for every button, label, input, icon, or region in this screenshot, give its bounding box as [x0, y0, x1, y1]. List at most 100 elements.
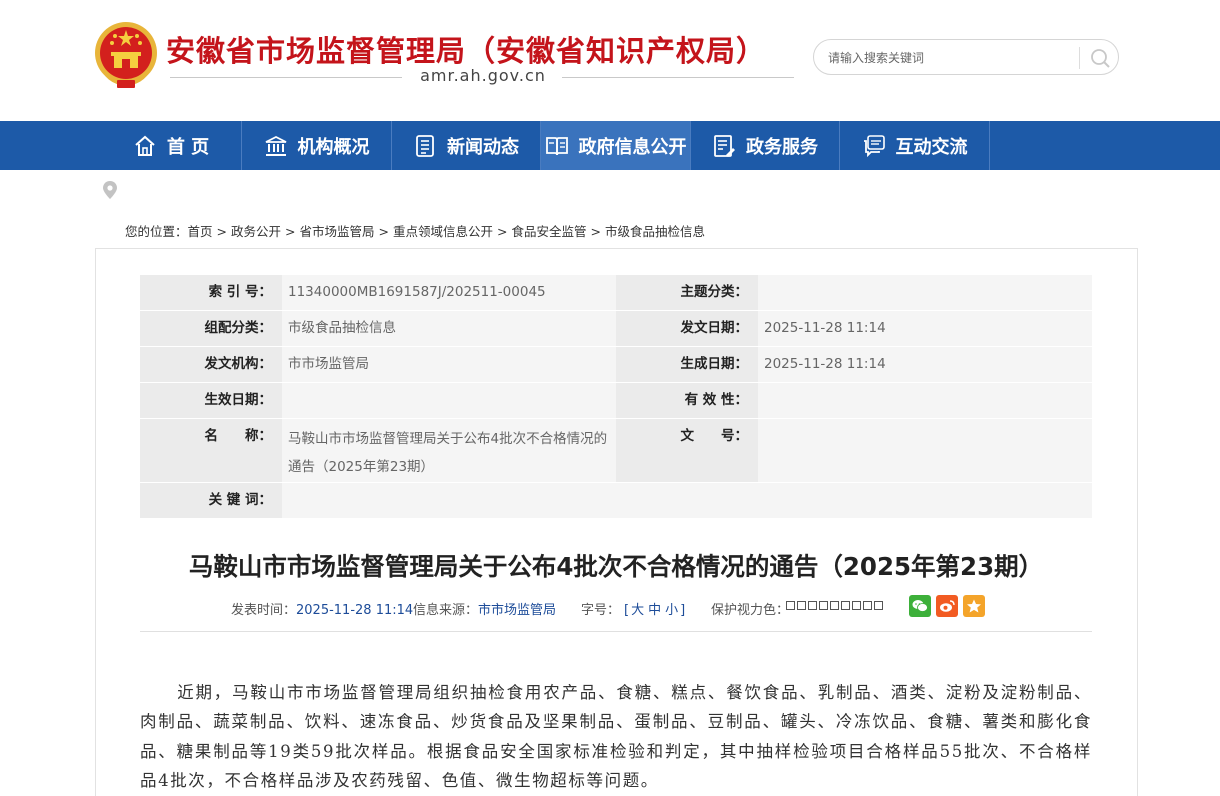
- color-swatch[interactable]: [874, 601, 883, 610]
- search-box: [813, 39, 1119, 75]
- favorite-button[interactable]: [963, 595, 985, 617]
- meta-value-topic: [758, 275, 1092, 310]
- meta-label-group: 组配分类：: [140, 311, 282, 346]
- meta-value-gendate: 2025-11-28 11:14: [758, 347, 1092, 382]
- meta-value-name: 马鞍山市市场监督管理局关于公布4批次不合格情况的 通告（2025年第23期）: [282, 419, 616, 482]
- nav-label: 政府信息公开: [578, 136, 687, 158]
- color-swatch[interactable]: [863, 601, 872, 610]
- news-icon: [416, 134, 434, 157]
- breadcrumb-separator: >: [590, 224, 602, 239]
- building-icon: [265, 135, 286, 156]
- share-wechat-button[interactable]: [909, 595, 931, 617]
- meta-label-name: 名 称：: [140, 419, 282, 482]
- article-body: 近期，马鞍山市市场监督管理局组织抽检食用农产品、食糖、糕点、餐饮食品、乳制品、酒…: [140, 678, 1092, 795]
- wechat-icon: [912, 600, 928, 612]
- weibo-icon: [940, 600, 955, 612]
- nav-label: 政务服务: [746, 136, 818, 158]
- color-swatch[interactable]: [830, 601, 839, 610]
- meta-label-index: 索 引 号：: [140, 275, 282, 310]
- site-header: 安徽省市场监督管理局（安徽省知识产权局） amr.ah.gov.cn: [0, 0, 1220, 121]
- star-icon: [967, 599, 981, 613]
- meta-label-gendate: 生成日期：: [616, 347, 758, 382]
- color-swatch[interactable]: [852, 601, 861, 610]
- source-label: 信息来源：: [413, 603, 479, 618]
- nav-item-home[interactable]: 首 页: [101, 121, 242, 170]
- breadcrumb-separator: >: [285, 224, 296, 239]
- nav-item-interaction[interactable]: 互动交流: [840, 121, 990, 170]
- nav-label: 首 页: [166, 136, 210, 158]
- article-info-bar: 发表时间：2025-11-28 11:14 信息来源：市市场监管局 字号：[大中…: [140, 595, 1092, 618]
- search-divider: [1079, 47, 1080, 69]
- breadcrumb-separator: >: [216, 224, 228, 239]
- site-title: 安徽省市场监督管理局（安徽省知识产权局）: [166, 34, 767, 68]
- source-value: 市市场监管局: [478, 603, 557, 618]
- chat-icon: [863, 134, 885, 157]
- meta-label-keywords: 关 键 词：: [140, 483, 282, 518]
- color-swatch[interactable]: [797, 601, 806, 610]
- meta-label-pubdate: 发文日期：: [616, 311, 758, 346]
- breadcrumb-home[interactable]: 首页: [188, 224, 213, 239]
- eye-protect-label: 保护视力色：: [711, 603, 790, 618]
- nav-item-services[interactable]: 政务服务: [691, 121, 840, 170]
- breadcrumb-city-inspection[interactable]: 市级食品抽检信息: [605, 224, 705, 239]
- font-medium-link[interactable]: 中: [648, 603, 661, 618]
- meta-value-name-line2: 通告（2025年第23期）: [288, 459, 435, 475]
- eye-protect-swatches: [786, 601, 883, 610]
- pub-time-value: 2025-11-28 11:14: [296, 603, 414, 618]
- meta-label-docno: 文 号：: [616, 419, 758, 482]
- color-swatch[interactable]: [819, 601, 828, 610]
- meta-value-docno: [758, 419, 1092, 482]
- font-large-link[interactable]: 大: [631, 603, 644, 618]
- color-swatch[interactable]: [786, 601, 795, 610]
- meta-label-effective: 生效日期：: [140, 383, 282, 418]
- nav-label: 机构概况: [297, 136, 370, 158]
- book-icon: [545, 136, 568, 155]
- meta-value-issuer: 市市场监管局: [282, 347, 616, 382]
- meta-label-validity: 有 效 性：: [616, 383, 758, 418]
- pub-time-label: 发表时间：: [231, 603, 297, 618]
- breadcrumb-key-areas[interactable]: 重点领域信息公开: [393, 224, 493, 239]
- color-swatch[interactable]: [841, 601, 850, 610]
- nav-item-gov-info[interactable]: 政府信息公开: [541, 121, 691, 170]
- pub-time: 发表时间：2025-11-28 11:14: [231, 599, 413, 618]
- meta-value-pubdate: 2025-11-28 11:14: [758, 311, 1092, 346]
- nav-label: 新闻动态: [447, 136, 519, 158]
- breadcrumb-separator: >: [378, 224, 390, 239]
- domain-rule-right: [562, 77, 794, 78]
- nav-item-organization[interactable]: 机构概况: [242, 121, 392, 170]
- share-weibo-button[interactable]: [936, 595, 958, 617]
- breadcrumb-gov-public[interactable]: 政务公开: [231, 224, 281, 239]
- breadcrumb-province-bureau[interactable]: 省市场监管局: [300, 224, 375, 239]
- nav-label: 互动交流: [895, 136, 968, 158]
- meta-value-group: 市级食品抽检信息: [282, 311, 616, 346]
- color-swatch[interactable]: [808, 601, 817, 610]
- font-size-bracket-close: ]: [680, 603, 686, 618]
- home-icon: [135, 135, 155, 156]
- breadcrumb-prefix: 您的位置：: [125, 224, 188, 239]
- font-size-control: 字号：[大中小]: [581, 599, 685, 618]
- meta-value-index: 11340000MB1691587J/202511-00045: [282, 275, 616, 310]
- font-size-label: 字号：: [581, 603, 621, 618]
- nav-item-news[interactable]: 新闻动态: [392, 121, 541, 170]
- domain-rule-left: [170, 77, 402, 78]
- font-size-bracket-open: [: [624, 603, 630, 618]
- breadcrumb-separator: >: [497, 224, 508, 239]
- breadcrumb-food-safety[interactable]: 食品安全监管: [512, 224, 587, 239]
- location-pin-icon: [103, 181, 117, 199]
- national-emblem-icon: [95, 22, 157, 88]
- search-input[interactable]: [828, 48, 1068, 68]
- main-nav: 首 页 机构概况 新闻动态 政府信息公开 政务服务 互动交流: [0, 121, 1220, 170]
- meta-label-issuer: 发文机构：: [140, 347, 282, 382]
- meta-value-keywords: [282, 483, 1092, 518]
- meta-label-topic: 主题分类：: [616, 275, 758, 310]
- title-divider: [140, 631, 1092, 632]
- meta-value-effective: [282, 383, 616, 418]
- meta-value-name-line1: 马鞍山市市场监督管理局关于公布4批次不合格情况的: [288, 431, 608, 447]
- document-icon: [714, 134, 735, 157]
- search-icon[interactable]: [1088, 46, 1112, 70]
- source: 信息来源：市市场监管局: [413, 599, 556, 618]
- meta-value-validity: [758, 383, 1092, 418]
- article-title: 马鞍山市市场监督管理局关于公布4批次不合格情况的通告（2025年第23期）: [188, 552, 1044, 581]
- font-small-link[interactable]: 小: [665, 603, 678, 618]
- breadcrumb: 您的位置：首页 > 政务公开 > 省市场监管局 > 重点领域信息公开 > 食品安全监管 > 市级食品…: [125, 221, 705, 240]
